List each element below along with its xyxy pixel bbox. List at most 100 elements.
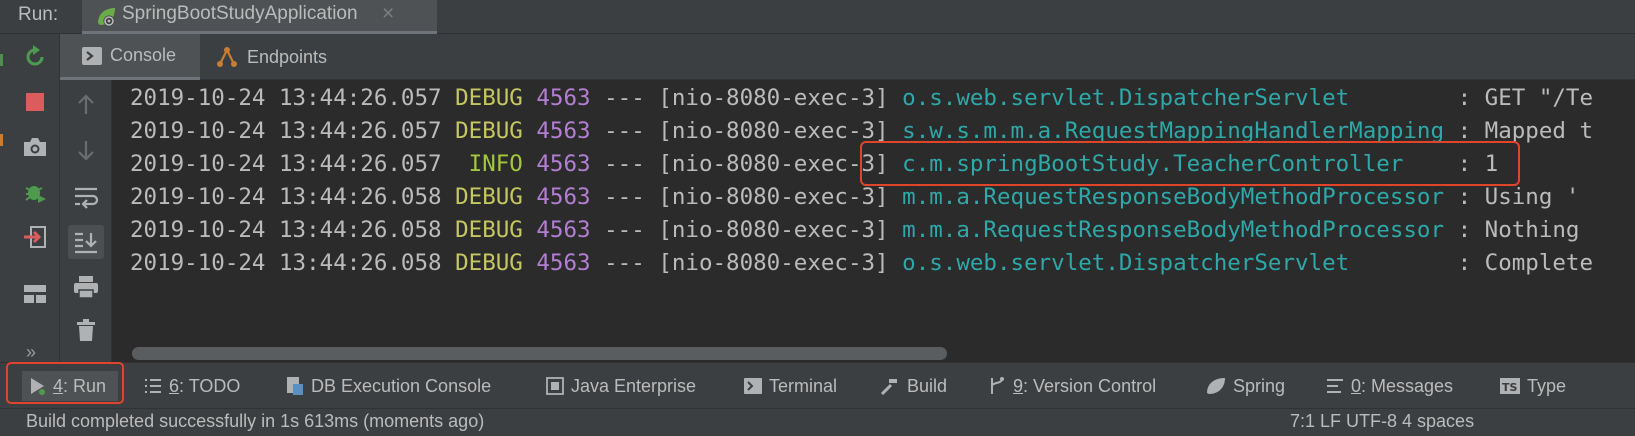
log-line: 2019-10-24 13:44:26.058 DEBUG 4563 --- [… (130, 247, 1593, 279)
horizontal-scrollbar[interactable] (112, 342, 1635, 362)
log-level: INFO (455, 151, 523, 177)
log-pid: 4563 (536, 217, 591, 243)
run-tool-window-header: Run: SpringBootStudyApplication × (0, 0, 1635, 34)
tool-window-todo-key: 6 (169, 375, 180, 396)
dump-threads-button[interactable] (20, 132, 50, 162)
rerun-button[interactable] (20, 42, 50, 72)
tool-window-version-control-key: 9 (1013, 375, 1024, 396)
log-message: : Complete (1457, 250, 1594, 276)
tool-window-todo[interactable]: 6: TODO (144, 371, 240, 401)
endpoints-icon (215, 45, 239, 69)
log-line: 2019-10-24 13:44:26.057 DEBUG 4563 --- [… (130, 82, 1593, 114)
tool-window-java-enterprise[interactable]: Java Enterprise (546, 371, 696, 401)
tool-window-version-control-label: : Version Control (1023, 375, 1157, 396)
tool-window-messages-key: 0 (1351, 375, 1362, 396)
highlight-annotation (6, 362, 124, 404)
svg-text:TS: TS (1502, 381, 1518, 394)
log-logger[interactable]: m.m.a.RequestResponseBodyMethodProcessor (902, 217, 1444, 243)
console-icon (82, 46, 102, 65)
log-separator: --- (604, 85, 645, 111)
tool-window-version-control[interactable]: 9: Version Control (988, 371, 1156, 401)
status-bar: Build completed successfully in 1s 613ms… (0, 408, 1635, 436)
console-actions-toolbar (60, 80, 112, 362)
stop-button[interactable] (20, 87, 50, 117)
log-timestamp: 2019-10-24 13:44:26.058 (130, 184, 442, 210)
java-enterprise-icon (546, 377, 564, 395)
log-separator: --- (604, 217, 645, 243)
log-thread: [nio-8080-exec-3] (658, 250, 889, 276)
spring-icon (1206, 377, 1226, 395)
gutter-marker (0, 54, 3, 66)
run-tab-title: SpringBootStudyApplication (122, 3, 358, 24)
scrollbar-thumb[interactable] (132, 347, 947, 360)
console-output[interactable]: 2019-10-24 13:44:26.057 DEBUG 4563 --- [… (112, 80, 1635, 342)
log-level: DEBUG (455, 184, 523, 210)
messages-icon (1326, 378, 1344, 394)
tool-window-build-label: Build (907, 375, 948, 396)
log-logger[interactable]: o.s.web.servlet.DispatcherServlet (902, 250, 1349, 276)
tool-window-java-enterprise-label: Java Enterprise (571, 375, 697, 396)
log-message: : Nothing (1457, 217, 1580, 243)
log-thread: [nio-8080-exec-3] (658, 217, 889, 243)
log-thread: [nio-8080-exec-3] (658, 118, 889, 144)
scroll-up-button[interactable] (68, 88, 104, 122)
rerun-icon (26, 45, 44, 66)
log-thread: [nio-8080-exec-3] (658, 184, 889, 210)
scroll-to-end-button[interactable] (68, 225, 104, 259)
log-line: 2019-10-24 13:44:26.058 DEBUG 4563 --- [… (130, 214, 1579, 246)
tool-window-messages-label: : Messages (1361, 375, 1454, 396)
tool-window-build[interactable]: Build (880, 371, 947, 401)
clear-all-icon (77, 319, 95, 341)
run-label: Run: (18, 4, 59, 25)
scroll-to-end-icon (75, 232, 97, 254)
close-icon[interactable]: × (382, 2, 394, 26)
left-gutter (0, 34, 12, 362)
console-tabs-bar: Console Endpoints (60, 34, 1635, 80)
log-timestamp: 2019-10-24 13:44:26.057 (130, 118, 442, 144)
more-icon[interactable]: » (26, 342, 36, 363)
log-pid: 4563 (536, 250, 591, 276)
log-timestamp: 2019-10-24 13:44:26.057 (130, 151, 442, 177)
log-pid: 4563 (536, 85, 591, 111)
spring-boot-icon (98, 8, 115, 27)
log-thread: [nio-8080-exec-3] (658, 85, 889, 111)
run-configuration-tab[interactable]: SpringBootStudyApplication × (82, 0, 437, 34)
print-button[interactable] (68, 270, 104, 304)
tab-endpoints[interactable]: Endpoints (215, 34, 355, 80)
clear-all-button[interactable] (68, 313, 104, 347)
build-icon (880, 377, 900, 395)
status-message[interactable]: Build completed successfully in 1s 613ms… (26, 411, 484, 432)
camera-icon (24, 138, 46, 156)
log-thread: [nio-8080-exec-3] (658, 151, 889, 177)
exit-icon (24, 226, 46, 248)
log-pid: 4563 (536, 151, 591, 177)
log-logger[interactable]: o.s.web.servlet.DispatcherServlet (902, 85, 1349, 111)
log-level: DEBUG (455, 250, 523, 276)
exit-button[interactable] (20, 222, 50, 252)
tool-window-db-console[interactable]: DB Execution Console (286, 371, 491, 401)
tab-endpoints-label: Endpoints (247, 46, 328, 67)
run-actions-toolbar (12, 34, 60, 362)
tool-window-terminal[interactable]: Terminal (744, 371, 837, 401)
tool-window-spring[interactable]: Spring (1206, 371, 1285, 401)
tab-console[interactable]: Console (60, 34, 200, 80)
typescript-icon: TS (1500, 378, 1520, 394)
log-logger[interactable]: m.m.a.RequestResponseBodyMethodProcessor (902, 184, 1444, 210)
tool-window-messages[interactable]: 0: Messages (1326, 371, 1453, 401)
soft-wrap-button[interactable] (68, 180, 104, 214)
restore-layout-button[interactable] (20, 279, 50, 309)
log-pid: 4563 (536, 118, 591, 144)
debug-button[interactable] (20, 177, 50, 207)
tool-window-typescript[interactable]: TS Type (1500, 371, 1566, 401)
layout-icon (24, 285, 46, 303)
todo-icon (144, 378, 162, 394)
stop-icon (26, 93, 44, 111)
status-info[interactable]: 7:1 LF UTF-8 4 spaces (1290, 411, 1474, 432)
log-level: DEBUG (455, 85, 523, 111)
tool-window-typescript-label: Type (1527, 375, 1567, 396)
log-message: : GET "/Te (1457, 85, 1594, 111)
log-level: DEBUG (455, 217, 523, 243)
log-timestamp: 2019-10-24 13:44:26.058 (130, 217, 442, 243)
scroll-down-button[interactable] (68, 133, 104, 167)
log-timestamp: 2019-10-24 13:44:26.058 (130, 250, 442, 276)
